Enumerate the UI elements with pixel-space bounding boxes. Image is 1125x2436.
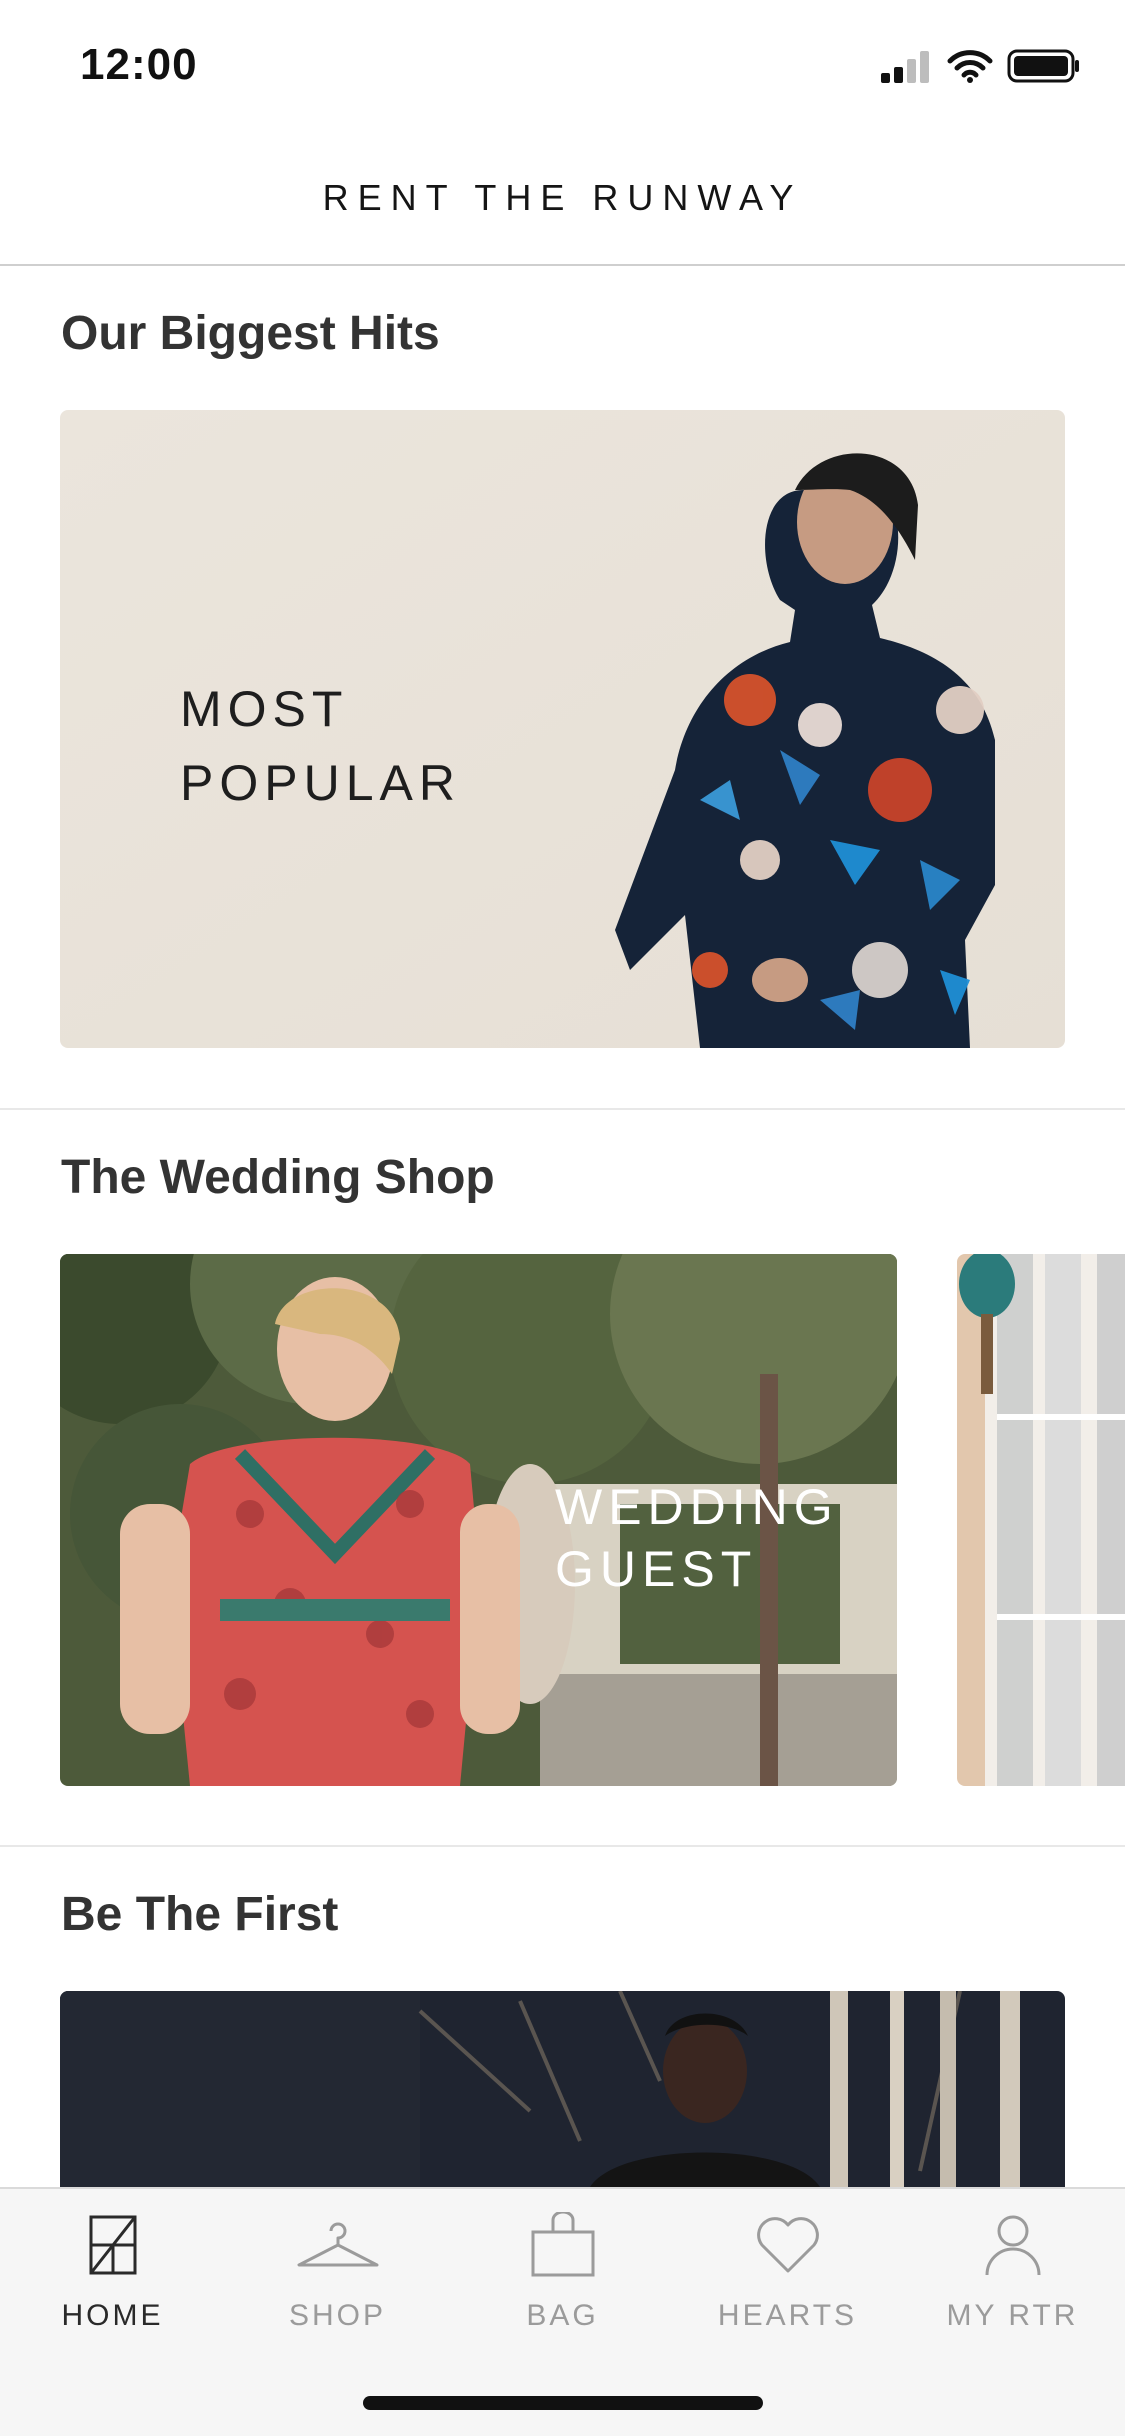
tab-home-label: HOME	[61, 2299, 164, 2332]
wifi-icon	[947, 50, 993, 83]
brand-logo[interactable]: RENT THE RUNWAY	[0, 177, 1125, 219]
tab-hearts-label: HEARTS	[717, 2299, 858, 2332]
tab-hearts[interactable]: HEARTS	[675, 2209, 900, 2333]
tab-my-rtr[interactable]: MY RTR	[900, 2209, 1125, 2333]
status-icons	[879, 48, 1081, 84]
status-time: 12:00	[80, 40, 198, 89]
tab-home[interactable]: HOME	[0, 2209, 225, 2333]
wedding-guest-label: WEDDING GUEST	[555, 1479, 839, 1597]
brand-header: RENT THE RUNWAY	[0, 132, 1125, 266]
wedding-next-card[interactable]	[957, 1254, 1125, 1786]
section-title-wedding-shop: The Wedding Shop	[61, 1151, 495, 1204]
signal-icon	[881, 51, 929, 83]
tab-bag[interactable]: BAG	[450, 2209, 675, 2333]
section-divider	[0, 1845, 1125, 1847]
section-divider	[0, 1108, 1125, 1110]
bag-icon	[531, 2212, 594, 2277]
hanger-icon	[297, 2222, 378, 2267]
home-indicator	[363, 2396, 763, 2410]
section-title-be-the-first: Be The First	[61, 1888, 339, 1941]
section-title-biggest-hits: Our Biggest Hits	[61, 307, 440, 360]
heart-icon	[756, 2217, 819, 2273]
tab-shop[interactable]: SHOP	[225, 2209, 450, 2333]
most-popular-card[interactable]: MOST POPULAR	[60, 410, 1065, 1048]
person-icon	[985, 2215, 1040, 2276]
tab-bag-label: BAG	[526, 2299, 599, 2332]
be-the-first-image	[60, 1991, 1065, 2187]
most-popular-label: MOST POPULAR	[180, 681, 461, 811]
status-bar: 12:00	[0, 0, 1125, 132]
wedding-guest-card[interactable]: WEDDING GUEST	[60, 1254, 897, 1786]
be-the-first-card[interactable]	[60, 1991, 1065, 2187]
tab-my-rtr-label: MY RTR	[946, 2299, 1079, 2332]
wedding-next-image	[957, 1254, 1125, 1786]
home-icon	[89, 2215, 136, 2275]
tab-shop-label: SHOP	[288, 2299, 387, 2332]
battery-icon	[1007, 49, 1079, 83]
